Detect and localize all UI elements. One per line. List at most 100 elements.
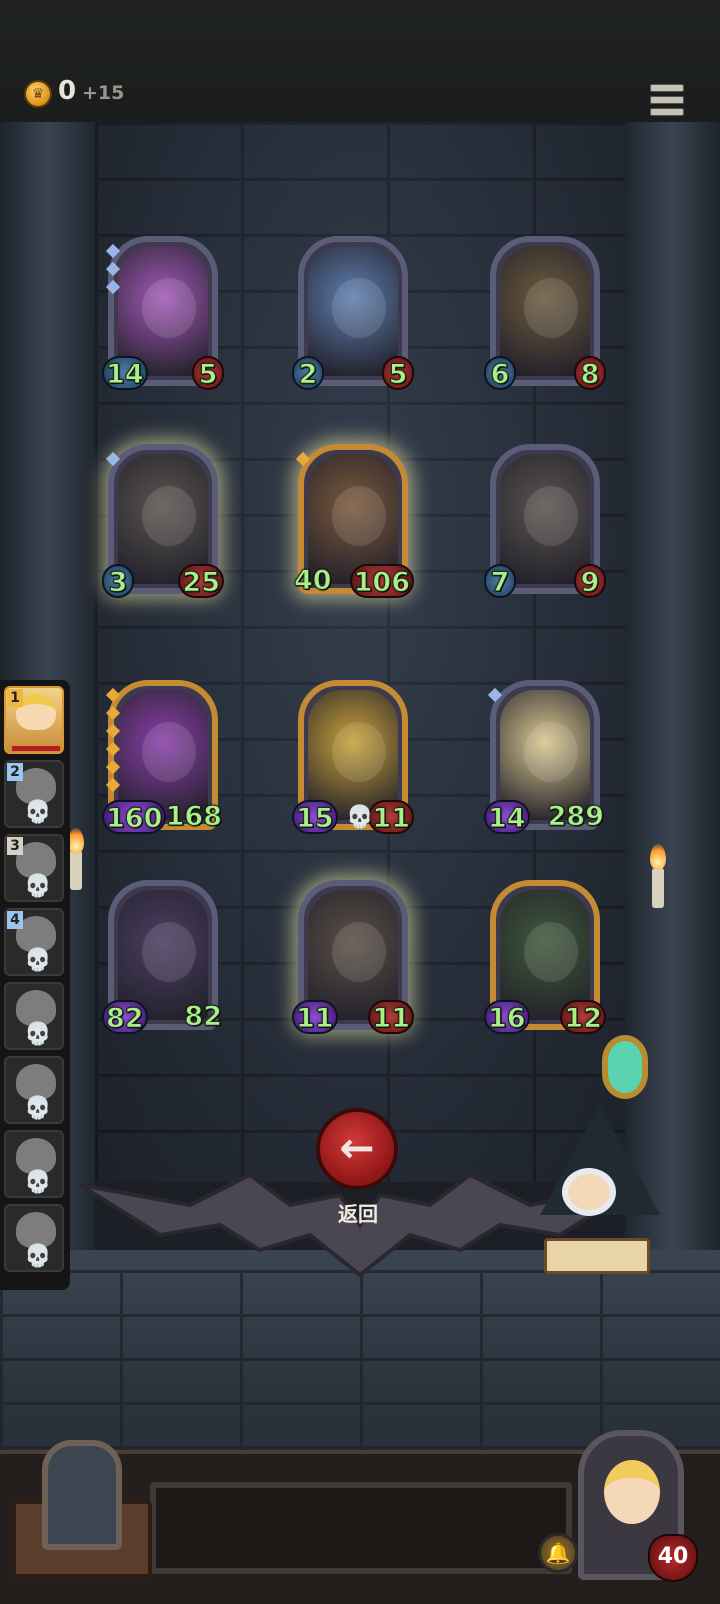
card-attack: 82	[102, 1000, 148, 1035]
level-pip-icon	[105, 741, 121, 757]
companion-portrait[interactable]	[12, 1440, 152, 1578]
level-pip-icon	[105, 777, 121, 793]
card-attack: 14	[102, 356, 148, 391]
level-pip-icon	[105, 451, 121, 467]
card-attack: 16	[484, 1000, 530, 1035]
skull-icon: 💀	[24, 1096, 52, 1121]
back-button[interactable]: ←	[316, 1108, 398, 1190]
card-art	[500, 454, 590, 584]
level-pip-icon	[105, 261, 121, 277]
wizard-face	[562, 1168, 616, 1216]
party-slot-number: 4	[7, 911, 23, 929]
skull-icon: 💀	[24, 800, 52, 825]
skull-icon: 💀	[24, 874, 52, 899]
card-health: 8	[574, 356, 606, 391]
party-slot[interactable]: 💀	[4, 982, 64, 1050]
hero-face	[16, 990, 56, 1026]
enemy-card[interactable]: 11 11	[292, 880, 414, 1035]
card-health: 11	[368, 800, 414, 835]
card-attack: 3	[102, 564, 134, 599]
party-slot[interactable]: 💀 4	[4, 908, 64, 976]
skull-icon: 💀	[346, 805, 374, 830]
gold-gain: +15	[82, 82, 125, 104]
card-level-pips	[295, 451, 311, 472]
enemy-card[interactable]: 82 82	[102, 880, 222, 1035]
card-health: 168	[165, 801, 222, 833]
mirror-icon	[602, 1035, 648, 1099]
party-slot-number: 3	[7, 837, 23, 855]
menu-icon[interactable]	[650, 84, 684, 116]
flame-right-icon	[650, 844, 666, 870]
card-health: 106	[349, 564, 414, 599]
enemy-card[interactable]: 160 168	[102, 680, 223, 835]
level-pip-icon	[295, 451, 311, 467]
level-pip-icon	[105, 723, 121, 739]
flame-left-icon	[68, 828, 84, 854]
skull-icon: 💀	[24, 1170, 52, 1195]
candle-left	[70, 850, 82, 890]
enemy-card[interactable]: 25	[292, 236, 414, 391]
card-health: 5	[382, 356, 414, 391]
card-health: 12	[560, 1000, 606, 1035]
level-pip-icon	[105, 687, 121, 703]
top-bar: ♛ 0 +15	[0, 0, 720, 124]
hero-health-bar	[12, 746, 60, 751]
gold-amount: 0	[58, 76, 77, 106]
skull-icon: 💀	[24, 1244, 52, 1269]
enemy-card[interactable]: 79	[484, 444, 606, 599]
card-attack: 40	[294, 565, 333, 597]
enemy-card[interactable]: 15 11 💀	[292, 680, 414, 835]
card-attack: 7	[484, 564, 516, 599]
card-level-pips	[105, 243, 121, 300]
enemy-card[interactable]: 14 289	[484, 680, 605, 835]
card-attack: 11	[292, 1000, 338, 1035]
card-health: 289	[547, 801, 604, 833]
wizard-book-icon	[544, 1238, 650, 1274]
player-hp-badge: 40	[648, 1534, 698, 1582]
card-attack: 15	[292, 800, 338, 835]
party-slot[interactable]: 💀 3	[4, 834, 64, 902]
candle-right	[652, 868, 664, 908]
card-attack: 160	[102, 800, 167, 835]
card-level-pips	[487, 687, 503, 708]
enemy-card[interactable]: 14 5	[102, 236, 224, 391]
card-level-pips	[105, 687, 121, 798]
skull-icon: 💀	[24, 948, 52, 973]
card-art	[308, 246, 398, 376]
party-slot-number: 1	[7, 689, 23, 707]
party-slot[interactable]: 💀 2	[4, 760, 64, 828]
party-sidebar: 1 💀 2 💀 3 💀 4 💀 💀 💀 💀	[0, 680, 70, 1290]
party-slot[interactable]: 💀	[4, 1056, 64, 1124]
party-slot[interactable]: 💀	[4, 1204, 64, 1272]
card-health: 25	[178, 564, 224, 599]
level-pip-icon	[105, 759, 121, 775]
enemy-card[interactable]: 3 25	[102, 444, 224, 599]
level-pip-icon	[105, 279, 121, 295]
card-attack: 6	[484, 356, 516, 391]
card-art	[500, 246, 590, 376]
back-label: 返回	[338, 1202, 378, 1226]
enemy-card[interactable]: 40 106	[294, 444, 414, 599]
level-pip-icon	[105, 705, 121, 721]
bell-icon[interactable]: 🔔	[538, 1533, 578, 1573]
card-health: 11	[368, 1000, 414, 1035]
card-attack: 2	[292, 356, 324, 391]
skull-icon: 💀	[24, 1022, 52, 1047]
card-attack: 14	[484, 800, 530, 835]
floor-tiles	[0, 1270, 720, 1450]
gold-coin-icon: ♛	[24, 80, 52, 108]
card-health: 9	[574, 564, 606, 599]
hero-face	[16, 1064, 56, 1100]
hero-face	[16, 1212, 56, 1248]
level-pip-icon	[105, 243, 121, 259]
card-health: 82	[184, 1001, 223, 1033]
card-level-pips	[105, 451, 121, 472]
party-slot[interactable]: 💀	[4, 1130, 64, 1198]
party-slot[interactable]: 1	[4, 686, 64, 754]
card-health: 5	[192, 356, 224, 391]
hero-face	[16, 1138, 56, 1174]
party-slot-number: 2	[7, 763, 23, 781]
enemy-card[interactable]: 16 12	[484, 880, 606, 1035]
level-pip-icon	[487, 687, 503, 703]
enemy-card[interactable]: 68	[484, 236, 606, 391]
